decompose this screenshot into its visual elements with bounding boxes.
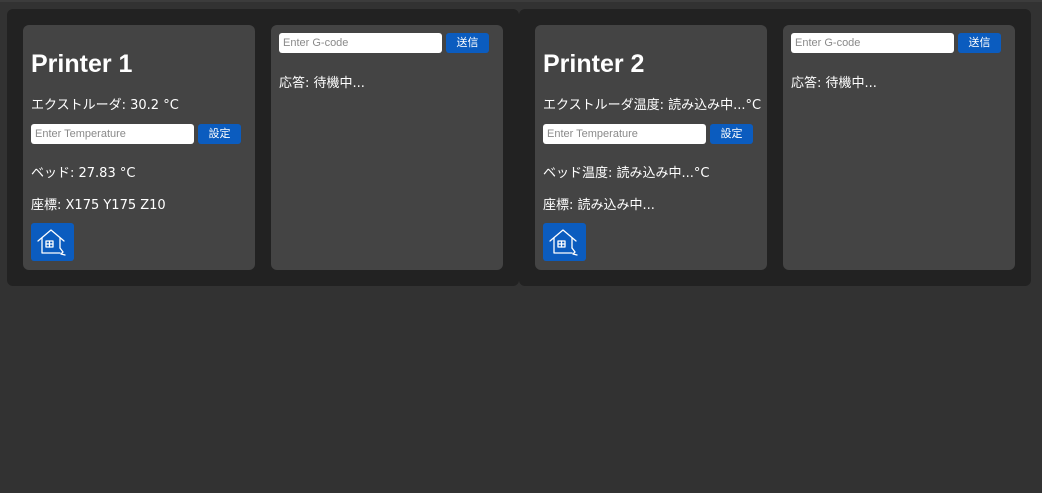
printer-title: Printer 2 xyxy=(543,50,645,78)
temperature-input[interactable] xyxy=(31,124,194,144)
home-icon xyxy=(37,229,66,256)
send-gcode-button[interactable]: 送信 xyxy=(446,33,489,53)
printer-status-card: Printer 2 エクストルーダ温度: 読み込み中...°C 設定 ベッド温度… xyxy=(535,25,767,270)
printer-panel-2: Printer 2 エクストルーダ温度: 読み込み中...°C 設定 ベッド温度… xyxy=(519,9,1031,286)
gcode-card: 送信 応答: 待機中... xyxy=(271,25,503,270)
gcode-response: 応答: 待機中... xyxy=(791,76,877,91)
extruder-temperature: エクストルーダ温度: 読み込み中...°C xyxy=(543,98,762,113)
bed-temperature: ベッド温度: 読み込み中...°C xyxy=(543,166,710,181)
gcode-response: 応答: 待機中... xyxy=(279,76,365,91)
set-temperature-button[interactable]: 設定 xyxy=(710,124,753,144)
top-divider xyxy=(0,0,1042,2)
gcode-input[interactable] xyxy=(791,33,954,53)
gcode-input[interactable] xyxy=(279,33,442,53)
home-button[interactable] xyxy=(543,223,586,261)
gcode-card: 送信 応答: 待機中... xyxy=(783,25,1015,270)
printer-status-card: Printer 1 エクストルーダ: 30.2 °C 設定 ベッド: 27.83… xyxy=(23,25,255,270)
temperature-input[interactable] xyxy=(543,124,706,144)
extruder-temperature: エクストルーダ: 30.2 °C xyxy=(31,98,179,113)
printer-title: Printer 1 xyxy=(31,50,133,78)
bed-temperature: ベッド: 27.83 °C xyxy=(31,166,136,181)
coordinates: 座標: X175 Y175 Z10 xyxy=(31,198,166,213)
home-button[interactable] xyxy=(31,223,74,261)
set-temperature-button[interactable]: 設定 xyxy=(198,124,241,144)
send-gcode-button[interactable]: 送信 xyxy=(958,33,1001,53)
coordinates: 座標: 読み込み中... xyxy=(543,198,655,213)
home-icon xyxy=(549,229,578,256)
printer-panel-1: Printer 1 エクストルーダ: 30.2 °C 設定 ベッド: 27.83… xyxy=(7,9,519,286)
